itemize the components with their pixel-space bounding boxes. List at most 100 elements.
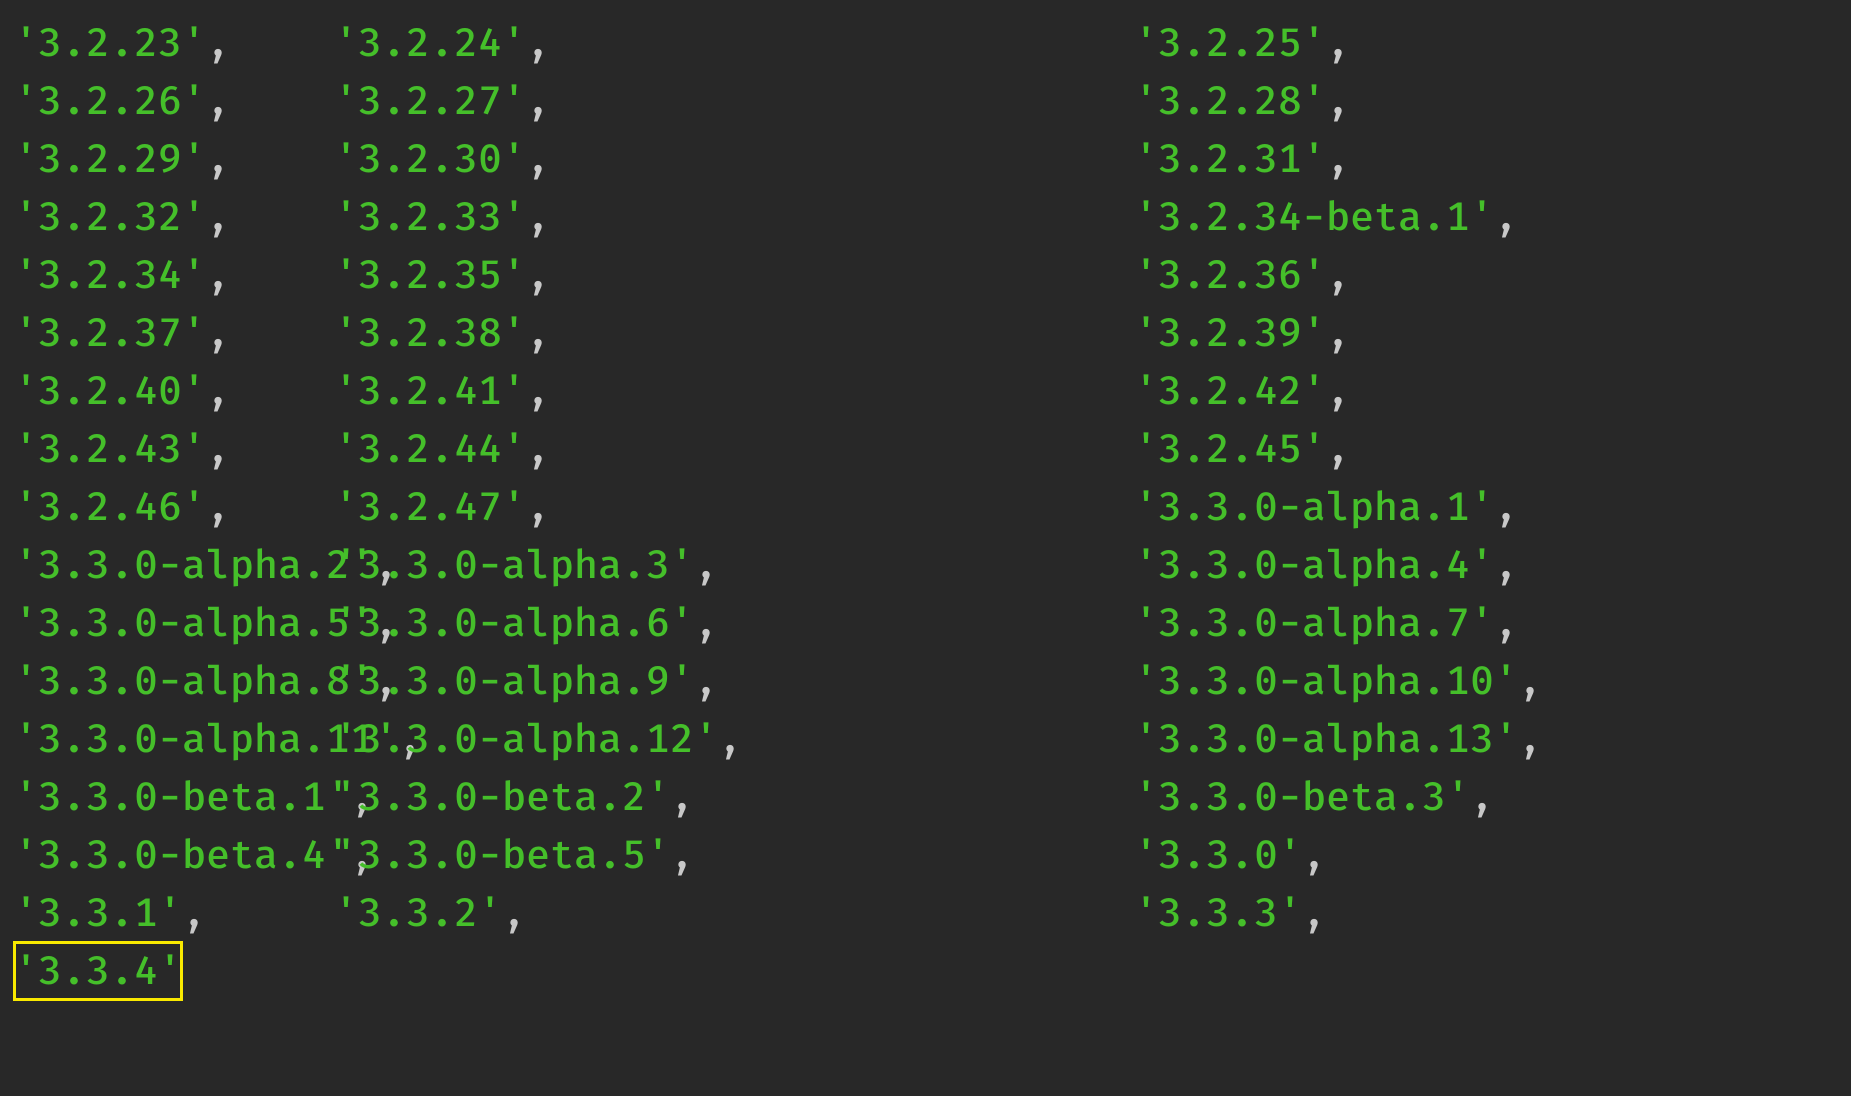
version-string: '3.3.2' [334, 889, 502, 937]
version-col-3: '3.3.0', [1134, 826, 1841, 884]
version-string: '3.3.0-beta.2' [334, 773, 670, 821]
version-col-1: '3.2.23', [14, 14, 334, 72]
version-col-1: '3.3.0-beta.1', [14, 768, 334, 826]
version-col-1: '3.2.37', [14, 304, 334, 362]
version-col-1: '3.2.26', [14, 72, 334, 130]
comma: , [526, 193, 550, 241]
version-col-2: '3.2.27', [334, 72, 1134, 130]
version-string: '3.2.35' [334, 251, 526, 299]
version-row: '3.3.0-alpha.5','3.3.0-alpha.6','3.3.0-a… [14, 594, 1841, 652]
version-row: '3.3.0-beta.1','3.3.0-beta.2','3.3.0-bet… [14, 768, 1841, 826]
version-string: '3.2.34-beta.1' [1134, 193, 1494, 241]
comma: , [526, 309, 550, 357]
comma: , [1518, 715, 1542, 763]
version-row: '3.3.0-alpha.11','3.3.0-alpha.12','3.3.0… [14, 710, 1841, 768]
version-string: '3.2.27' [334, 77, 526, 125]
version-col-3: '3.3.0-alpha.13', [1134, 710, 1841, 768]
version-string: '3.2.42' [1134, 367, 1326, 415]
version-col-3: '3.2.34-beta.1', [1134, 188, 1841, 246]
version-col-3: '3.2.42', [1134, 362, 1841, 420]
comma: , [694, 599, 718, 647]
comma: , [1326, 77, 1350, 125]
version-col-3: '3.3.3', [1134, 884, 1841, 942]
version-string: '3.3.0-beta.5' [334, 831, 670, 879]
version-col-1: '3.2.29', [14, 130, 334, 188]
comma: , [526, 425, 550, 473]
version-string: '3.3.0-alpha.10' [1134, 657, 1518, 705]
version-string: '3.3.0-alpha.13' [1134, 715, 1518, 763]
version-col-1: '3.2.40', [14, 362, 334, 420]
comma: , [1326, 309, 1350, 357]
comma: , [718, 715, 742, 763]
version-string: '3.2.39' [1134, 309, 1326, 357]
comma: , [1494, 599, 1518, 647]
version-string: '3.2.25' [1134, 19, 1326, 67]
version-string: '3.2.37' [14, 309, 206, 357]
version-col-1: '3.2.46', [14, 478, 334, 536]
version-col-1: '3.3.1', [14, 884, 334, 942]
version-string: '3.2.44' [334, 425, 526, 473]
terminal-output[interactable]: '3.2.23','3.2.24','3.2.25','3.2.26','3.2… [0, 0, 1851, 1010]
version-col-3: '3.2.31', [1134, 130, 1841, 188]
version-string: '3.2.36' [1134, 251, 1326, 299]
version-string: '3.3.0-alpha.6' [334, 599, 694, 647]
version-col-1: '3.3.0-alpha.5', [14, 594, 334, 652]
version-string: '3.2.46' [14, 483, 206, 531]
version-row: '3.3.0-beta.4','3.3.0-beta.5','3.3.0', [14, 826, 1841, 884]
version-string: '3.2.38' [334, 309, 526, 357]
version-col-2: '3.2.38', [334, 304, 1134, 362]
version-string: '3.2.29' [14, 135, 206, 183]
comma: , [502, 889, 526, 937]
version-string: '3.3.0' [1134, 831, 1302, 879]
comma: , [206, 193, 230, 241]
version-col-3: '3.3.0-alpha.7', [1134, 594, 1841, 652]
version-row: '3.2.40','3.2.41','3.2.42', [14, 362, 1841, 420]
version-col-3: '3.2.25', [1134, 14, 1841, 72]
version-string: '3.3.3' [1134, 889, 1302, 937]
version-col-2: '3.3.0-alpha.3', [334, 536, 1134, 594]
comma: , [206, 425, 230, 473]
version-string: '3.2.47' [334, 483, 526, 531]
selected-version: '3.3.4' [14, 942, 182, 1000]
version-col-3: '3.2.28', [1134, 72, 1841, 130]
version-string: '3.3.0-beta.4' [14, 831, 350, 879]
version-string: '3.2.41' [334, 367, 526, 415]
version-row: '3.2.23','3.2.24','3.2.25', [14, 14, 1841, 72]
version-col-2: '3.2.35', [334, 246, 1134, 304]
comma: , [526, 135, 550, 183]
version-string: '3.3.0-alpha.7' [1134, 599, 1494, 647]
comma: , [526, 367, 550, 415]
version-string: '3.3.0-alpha.1' [1134, 483, 1494, 531]
comma: , [526, 251, 550, 299]
version-row: '3.2.29','3.2.30','3.2.31', [14, 130, 1841, 188]
version-col-1: '3.2.34', [14, 246, 334, 304]
version-string: '3.3.0-alpha.4' [1134, 541, 1494, 589]
version-string: '3.2.34' [14, 251, 206, 299]
comma: , [1494, 483, 1518, 531]
version-string: '3.2.43' [14, 425, 206, 473]
comma: , [206, 19, 230, 67]
version-col-2: '3.3.0-alpha.12', [334, 710, 1134, 768]
comma: , [1302, 831, 1326, 879]
version-string: '3.3.0-alpha.9' [334, 657, 694, 705]
version-col-1: '3.3.4' [14, 942, 334, 1000]
comma: , [206, 367, 230, 415]
version-col-1: '3.3.0-alpha.2', [14, 536, 334, 594]
version-row: '3.3.4' [14, 942, 1841, 1000]
comma: , [206, 309, 230, 357]
version-col-2: '3.3.0-beta.2', [334, 768, 1134, 826]
version-col-2: '3.2.33', [334, 188, 1134, 246]
version-col-2: '3.2.24', [334, 14, 1134, 72]
version-col-2: '3.3.2', [334, 884, 1134, 942]
comma: , [694, 657, 718, 705]
version-string: '3.3.0-beta.3' [1134, 773, 1470, 821]
version-string: '3.2.32' [14, 193, 206, 241]
comma: , [694, 541, 718, 589]
version-string: '3.2.24' [334, 19, 526, 67]
version-col-2: '3.2.30', [334, 130, 1134, 188]
version-string: '3.3.0-alpha.8' [14, 657, 374, 705]
comma: , [1326, 251, 1350, 299]
comma: , [1326, 135, 1350, 183]
comma: , [1326, 367, 1350, 415]
comma: , [206, 251, 230, 299]
